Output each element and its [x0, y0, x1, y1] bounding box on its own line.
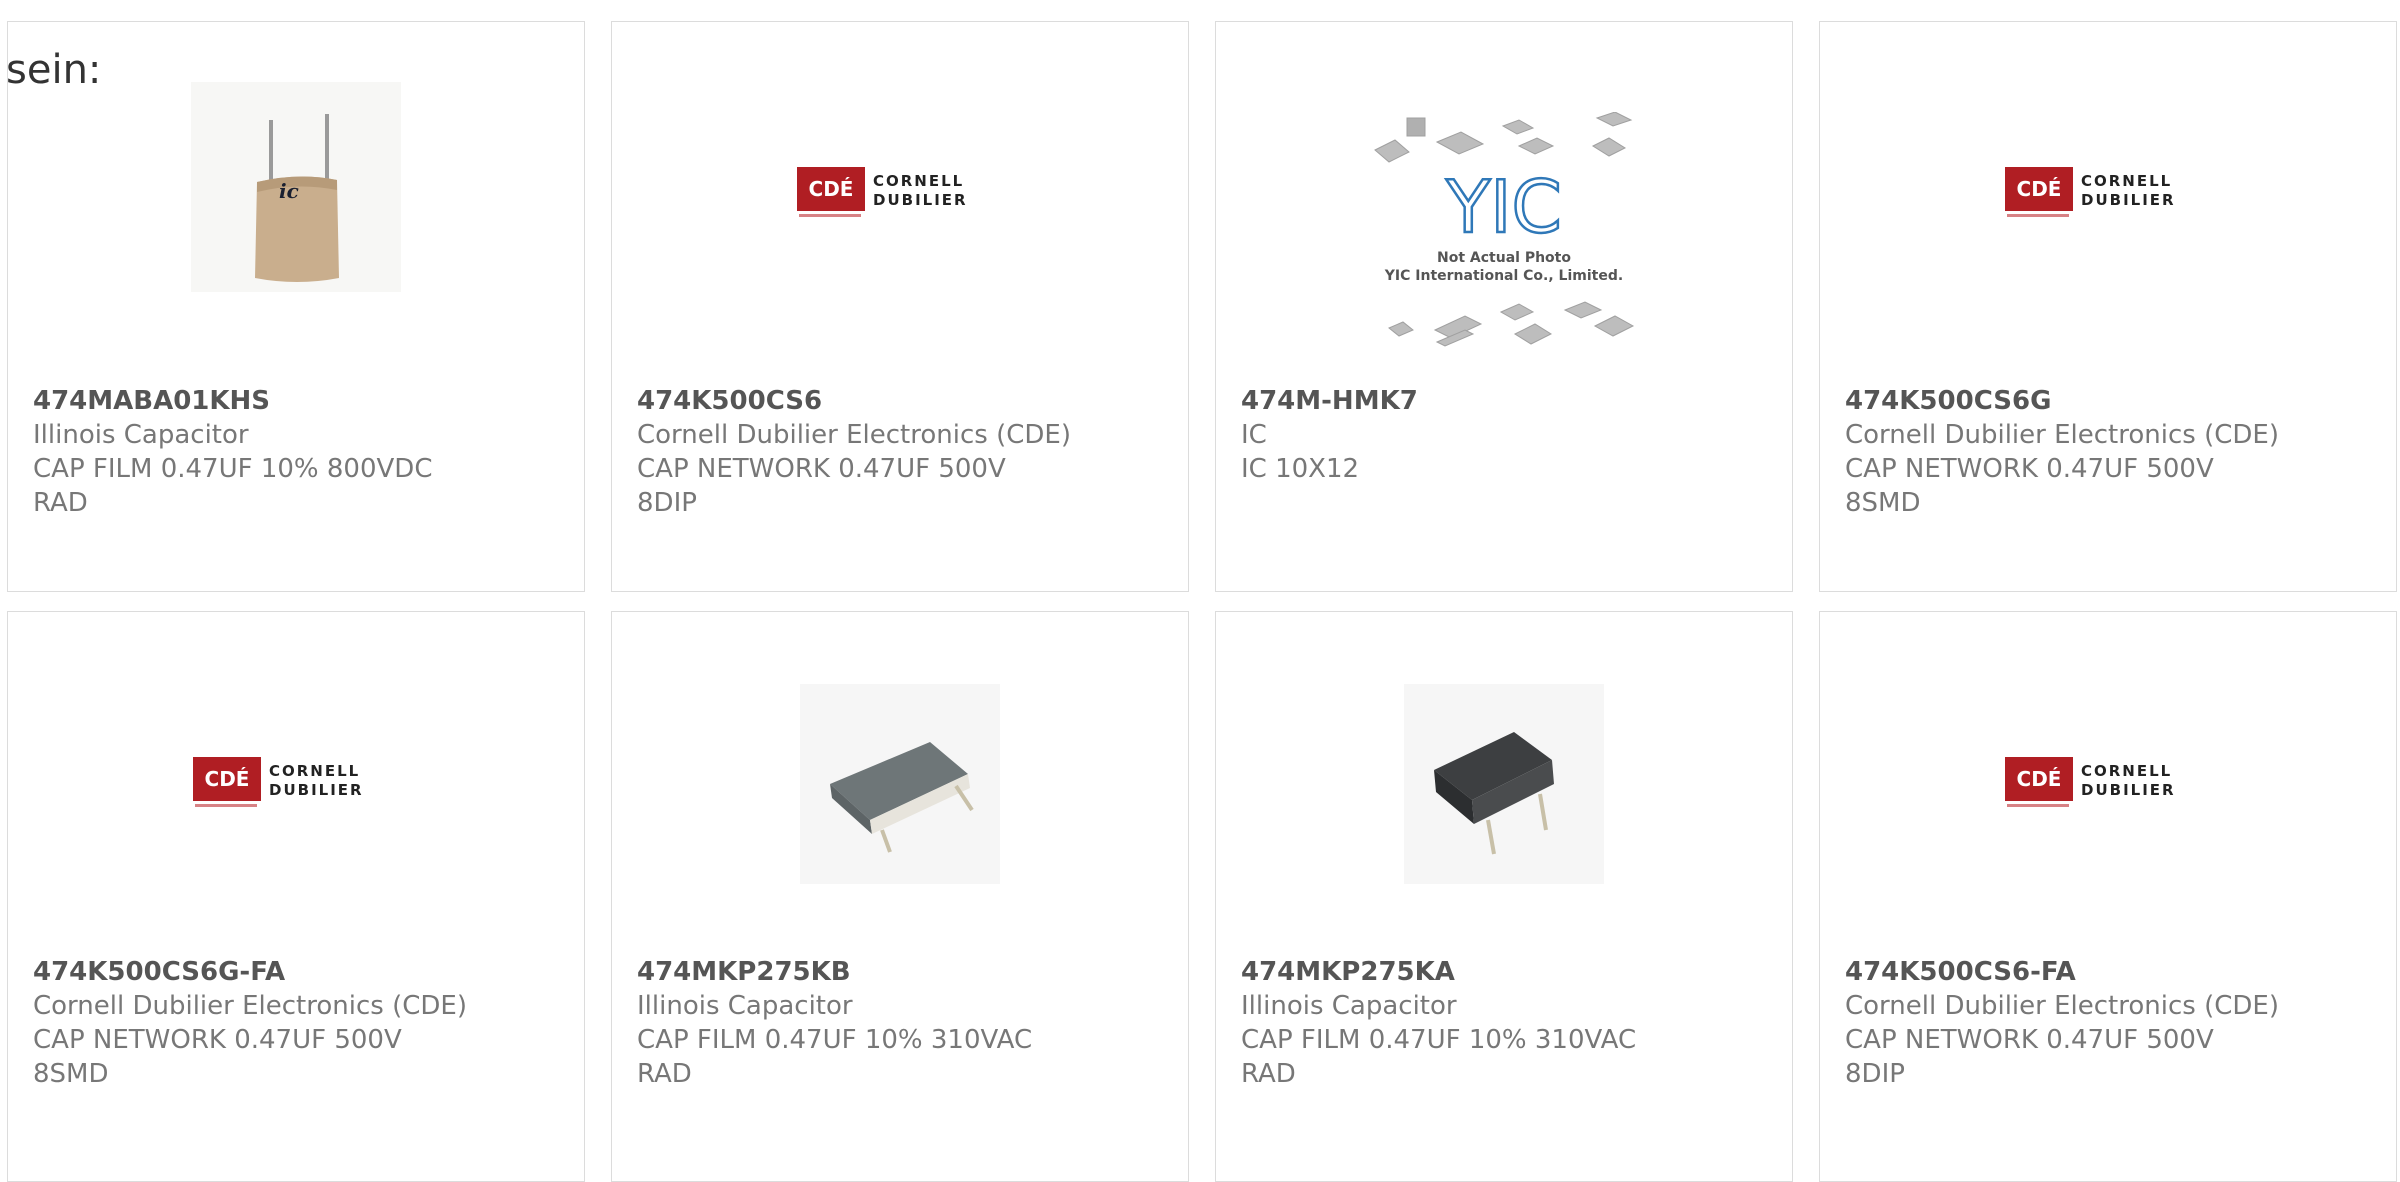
capacitor-photo-icon: ic [191, 82, 401, 292]
part-number[interactable]: 474K500CS6G-FA [33, 955, 572, 989]
yic-logo-text: YIC [1445, 165, 1562, 249]
svg-text:CORNELL: CORNELL [269, 762, 360, 780]
cde-logo-icon: CDÉ CORNELL DUBILIER [797, 167, 968, 217]
svg-text:CDÉ: CDÉ [205, 767, 250, 791]
description: CAP FILM 0.47UF 10% 310VAC [637, 1025, 1033, 1055]
package: RAD [1241, 1059, 1296, 1089]
film-capacitor-photo-icon [1404, 684, 1604, 884]
product-info: 474MKP275KA Illinois Capacitor CAP FILM … [1241, 955, 1780, 1091]
manufacturer: Cornell Dubilier Electronics (CDE) [1845, 420, 2279, 450]
part-number[interactable]: 474K500CS6 [637, 384, 1176, 418]
svg-text:CDÉ: CDÉ [2017, 177, 2062, 201]
product-info: 474MKP275KB Illinois Capacitor CAP FILM … [637, 955, 1176, 1091]
part-number[interactable]: 474M-HMK7 [1241, 384, 1780, 418]
description: CAP NETWORK 0.47UF 500V [33, 1025, 402, 1055]
svg-text:CORNELL: CORNELL [2081, 172, 2172, 190]
manufacturer: Cornell Dubilier Electronics (CDE) [637, 420, 1071, 450]
description: CAP FILM 0.47UF 10% 310VAC [1241, 1025, 1637, 1055]
product-card[interactable]: CDÉ CORNELL DUBILIER 474K500CS6G Cornell… [1819, 21, 2397, 592]
svg-text:CORNELL: CORNELL [2081, 762, 2172, 780]
product-card[interactable]: CDÉ CORNELL DUBILIER 474K500CS6-FA Corne… [1819, 611, 2397, 1182]
product-image[interactable] [612, 684, 1188, 944]
description: CAP FILM 0.47UF 10% 800VDC [33, 454, 433, 484]
part-number[interactable]: 474MKP275KB [637, 955, 1176, 989]
svg-text:DUBILIER: DUBILIER [2081, 781, 2176, 799]
cde-logo-icon: CDÉ CORNELL DUBILIER [193, 757, 364, 807]
product-card[interactable]: 474MKP275KA Illinois Capacitor CAP FILM … [1215, 611, 1793, 1182]
image-caption: YIC International Co., Limited. [1384, 268, 1623, 284]
part-number[interactable]: 474K500CS6-FA [1845, 955, 2384, 989]
package: 8SMD [33, 1059, 109, 1089]
part-number[interactable]: 474K500CS6G [1845, 384, 2384, 418]
product-info: 474K500CS6G-FA Cornell Dubilier Electron… [33, 955, 572, 1091]
description: IC 10X12 [1241, 454, 1360, 484]
svg-text:DUBILIER: DUBILIER [873, 191, 968, 209]
product-info: 474M-HMK7 IC IC 10X12 [1241, 384, 1780, 486]
package: 8DIP [637, 488, 697, 518]
cde-logo-icon: CDÉ CORNELL DUBILIER [2005, 167, 2176, 217]
product-info: 474K500CS6 Cornell Dubilier Electronics … [637, 384, 1176, 520]
svg-text:DUBILIER: DUBILIER [269, 781, 364, 799]
manufacturer: IC [1241, 420, 1267, 450]
manufacturer: Illinois Capacitor [637, 991, 853, 1021]
svg-text:CDÉ: CDÉ [809, 177, 854, 201]
package: RAD [33, 488, 88, 518]
product-card[interactable]: YIC Not Actual Photo YIC International C… [1215, 21, 1793, 592]
package: RAD [637, 1059, 692, 1089]
manufacturer: Cornell Dubilier Electronics (CDE) [33, 991, 467, 1021]
package: 8SMD [1845, 488, 1921, 518]
svg-text:CORNELL: CORNELL [873, 172, 964, 190]
product-card[interactable]: 474MKP275KB Illinois Capacitor CAP FILM … [611, 611, 1189, 1182]
product-image[interactable]: YIC Not Actual Photo YIC International C… [1216, 112, 1792, 372]
product-info: 474MABA01KHS Illinois Capacitor CAP FILM… [33, 384, 572, 520]
intro-text: sein: [6, 47, 102, 93]
part-number[interactable]: 474MABA01KHS [33, 384, 572, 418]
product-card[interactable]: CDÉ CORNELL DUBILIER 474K500CS6G-FA Corn… [7, 611, 585, 1182]
cde-logo-icon: CDÉ CORNELL DUBILIER [2005, 757, 2176, 807]
part-number[interactable]: 474MKP275KA [1241, 955, 1780, 989]
image-caption: Not Actual Photo [1437, 250, 1571, 266]
description: CAP NETWORK 0.47UF 500V [1845, 1025, 2214, 1055]
svg-text:CDÉ: CDÉ [2017, 767, 2062, 791]
yic-placeholder-icon: YIC Not Actual Photo YIC International C… [1374, 112, 1635, 347]
product-card[interactable]: ic 474MABA01KHS Illinois Capacitor CAP F… [7, 21, 585, 592]
svg-text:DUBILIER: DUBILIER [2081, 191, 2176, 209]
description: CAP NETWORK 0.47UF 500V [1845, 454, 2214, 484]
product-info: 474K500CS6G Cornell Dubilier Electronics… [1845, 384, 2384, 520]
manufacturer: Cornell Dubilier Electronics (CDE) [1845, 991, 2279, 1021]
package: 8DIP [1845, 1059, 1905, 1089]
product-image[interactable]: ic [8, 82, 584, 342]
manufacturer: Illinois Capacitor [1241, 991, 1457, 1021]
manufacturer: Illinois Capacitor [33, 420, 249, 450]
description: CAP NETWORK 0.47UF 500V [637, 454, 1006, 484]
product-image[interactable] [1216, 684, 1792, 944]
product-card[interactable]: CDÉ CORNELL DUBILIER 474K500CS6 Cornell … [611, 21, 1189, 592]
product-info: 474K500CS6-FA Cornell Dubilier Electroni… [1845, 955, 2384, 1091]
svg-text:ic: ic [279, 179, 299, 203]
film-capacitor-photo-icon [800, 684, 1000, 884]
